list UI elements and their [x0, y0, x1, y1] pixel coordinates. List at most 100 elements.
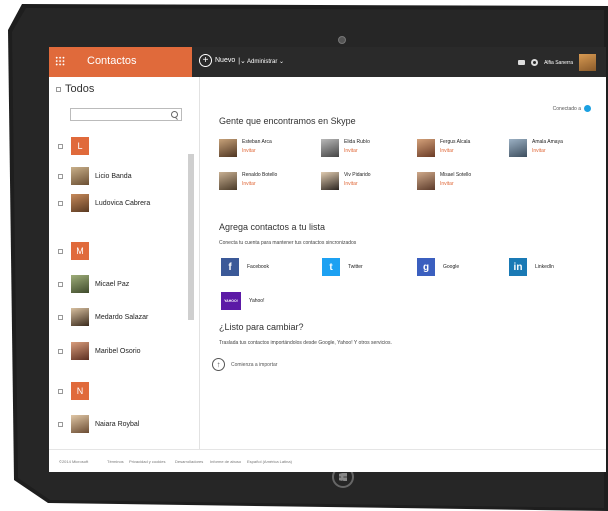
skype-heading: Gente que encontramos en Skype: [219, 116, 356, 126]
invite-link[interactable]: Invitar: [242, 148, 272, 154]
invite-link[interactable]: Invitar: [532, 148, 563, 154]
person-name: Fergus Alcala: [440, 139, 471, 145]
footer-link-developers[interactable]: Desarrolladores: [175, 459, 203, 464]
app-title: Contactos: [87, 55, 137, 67]
list-item[interactable]: Maribel Osorio: [58, 340, 141, 362]
list-item[interactable]: N: [58, 380, 89, 402]
app-brand: Contactos: [49, 47, 192, 77]
invite-link[interactable]: Invitar: [440, 181, 471, 187]
screen: Contactos + Nuevo |⌄ Administrar ⌄ Alfia…: [49, 47, 606, 472]
list-item[interactable]: Micael Paz: [58, 273, 129, 295]
invite-link[interactable]: Invitar: [344, 181, 371, 187]
yahoo-icon: YAHOO!: [221, 292, 241, 310]
service-label: Yahoo!: [249, 298, 265, 304]
top-bar: Contactos + Nuevo |⌄ Administrar ⌄ Alfia…: [49, 47, 606, 77]
linkedin-icon: in: [509, 258, 527, 276]
person-name: Amala Amaya: [532, 139, 563, 145]
service-label: Facebook: [247, 264, 269, 270]
new-button[interactable]: + Nuevo |⌄: [199, 54, 246, 67]
row-checkbox[interactable]: [58, 173, 63, 179]
search-input[interactable]: [71, 115, 170, 127]
import-button[interactable]: ↑ Comienza a importar: [212, 358, 277, 371]
scrollbar[interactable]: [188, 154, 194, 320]
footer-link-terms[interactable]: Términos: [107, 459, 124, 464]
list-item[interactable]: Naiara Roybal: [58, 413, 139, 435]
letter-header: M: [71, 242, 89, 260]
contact-name: Medardo Salazar: [95, 313, 149, 321]
switch-subtitle: Traslada tus contactos importándolos des…: [219, 340, 392, 346]
row-checkbox[interactable]: [58, 248, 63, 254]
list-item[interactable]: M: [58, 240, 89, 262]
yahoo-connect[interactable]: YAHOO! Yahoo!: [221, 292, 264, 310]
suggested-person: Esteban Arca Invitar: [219, 139, 272, 157]
contact-photo: [71, 415, 89, 433]
row-checkbox[interactable]: [58, 143, 63, 149]
contact-name: Licio Banda: [95, 172, 132, 180]
gear-icon[interactable]: [531, 59, 539, 66]
connected-status: Conectado a: [553, 105, 591, 112]
import-label: Comienza a importar: [231, 361, 278, 368]
add-contacts-heading: Agrega contactos a tu lista: [219, 222, 326, 232]
facebook-connect[interactable]: f Facebook: [221, 258, 269, 276]
list-item[interactable]: Licio Banda: [58, 165, 132, 187]
camera-icon: [338, 36, 346, 44]
row-checkbox[interactable]: [58, 314, 63, 320]
row-checkbox[interactable]: [58, 421, 63, 427]
upload-icon: ↑: [212, 358, 225, 371]
invite-link[interactable]: Invitar: [242, 181, 277, 187]
admin-menu[interactable]: Administrar ⌄: [247, 58, 284, 65]
google-connect[interactable]: g Google: [417, 258, 459, 276]
person-photo: [219, 172, 237, 190]
chat-icon[interactable]: [518, 60, 526, 65]
row-checkbox[interactable]: [58, 281, 63, 287]
suggested-person: Amala Amaya Invitar: [509, 139, 563, 157]
app-launcher-icon[interactable]: [55, 56, 65, 66]
service-label: LinkedIn: [535, 264, 554, 270]
select-all-checkbox[interactable]: [56, 86, 61, 92]
suggested-person: Elida Rubío Invitar: [321, 139, 370, 157]
contact-photo: [71, 167, 89, 185]
linkedin-connect[interactable]: in LinkedIn: [509, 258, 554, 276]
contact-name: Maribel Osorio: [95, 347, 141, 355]
search-icon[interactable]: [171, 111, 178, 118]
twitter-icon: t: [322, 258, 340, 276]
suggested-person: Misael Sotello Invitar: [417, 172, 471, 190]
person-name: Viv Pidarido: [344, 172, 371, 178]
twitter-connect[interactable]: t Twitter: [322, 258, 363, 276]
person-name: Elida Rubío: [344, 139, 370, 145]
row-checkbox[interactable]: [58, 348, 63, 354]
person-photo: [417, 139, 435, 157]
user-name[interactable]: Alfia Sanerra: [544, 60, 573, 66]
chevron-down-icon: |⌄: [238, 57, 246, 65]
footer-link-language[interactable]: Español (América Latina): [247, 459, 292, 464]
footer-link-abuse[interactable]: Informe de abuso: [210, 459, 241, 464]
avatar[interactable]: [579, 54, 596, 71]
person-photo: [509, 139, 527, 157]
list-item[interactable]: L: [58, 135, 89, 157]
footer: ©2014 Microsoft Términos Privacidad y co…: [49, 449, 606, 472]
filter-row[interactable]: Todos: [56, 83, 94, 95]
row-checkbox[interactable]: [58, 388, 63, 394]
invite-link[interactable]: Invitar: [440, 148, 470, 154]
row-checkbox[interactable]: [58, 200, 63, 206]
pane-divider: [199, 77, 200, 449]
person-photo: [219, 139, 237, 157]
suggested-person: Fergus Alcala Invitar: [417, 139, 470, 157]
list-item[interactable]: Medardo Salazar: [58, 306, 148, 328]
contact-name: Naiara Roybal: [95, 420, 140, 428]
filter-label: Todos: [65, 83, 95, 95]
windows-icon: [339, 473, 347, 481]
invite-link[interactable]: Invitar: [344, 148, 370, 154]
person-photo: [321, 172, 339, 190]
top-right-controls: Alfia Sanerra: [518, 54, 596, 71]
suggested-person: Viv Pidarido Invitar: [321, 172, 371, 190]
contact-name: Micael Paz: [95, 280, 130, 288]
search-box[interactable]: [70, 108, 182, 127]
skype-icon: [584, 105, 591, 112]
footer-link-privacy[interactable]: Privacidad y cookies: [129, 459, 165, 464]
letter-header: N: [71, 382, 89, 400]
contact-photo: [71, 275, 89, 293]
contact-photo: [71, 342, 89, 360]
list-item[interactable]: Ludovica Cabrera: [58, 192, 150, 214]
person-photo: [321, 139, 339, 157]
